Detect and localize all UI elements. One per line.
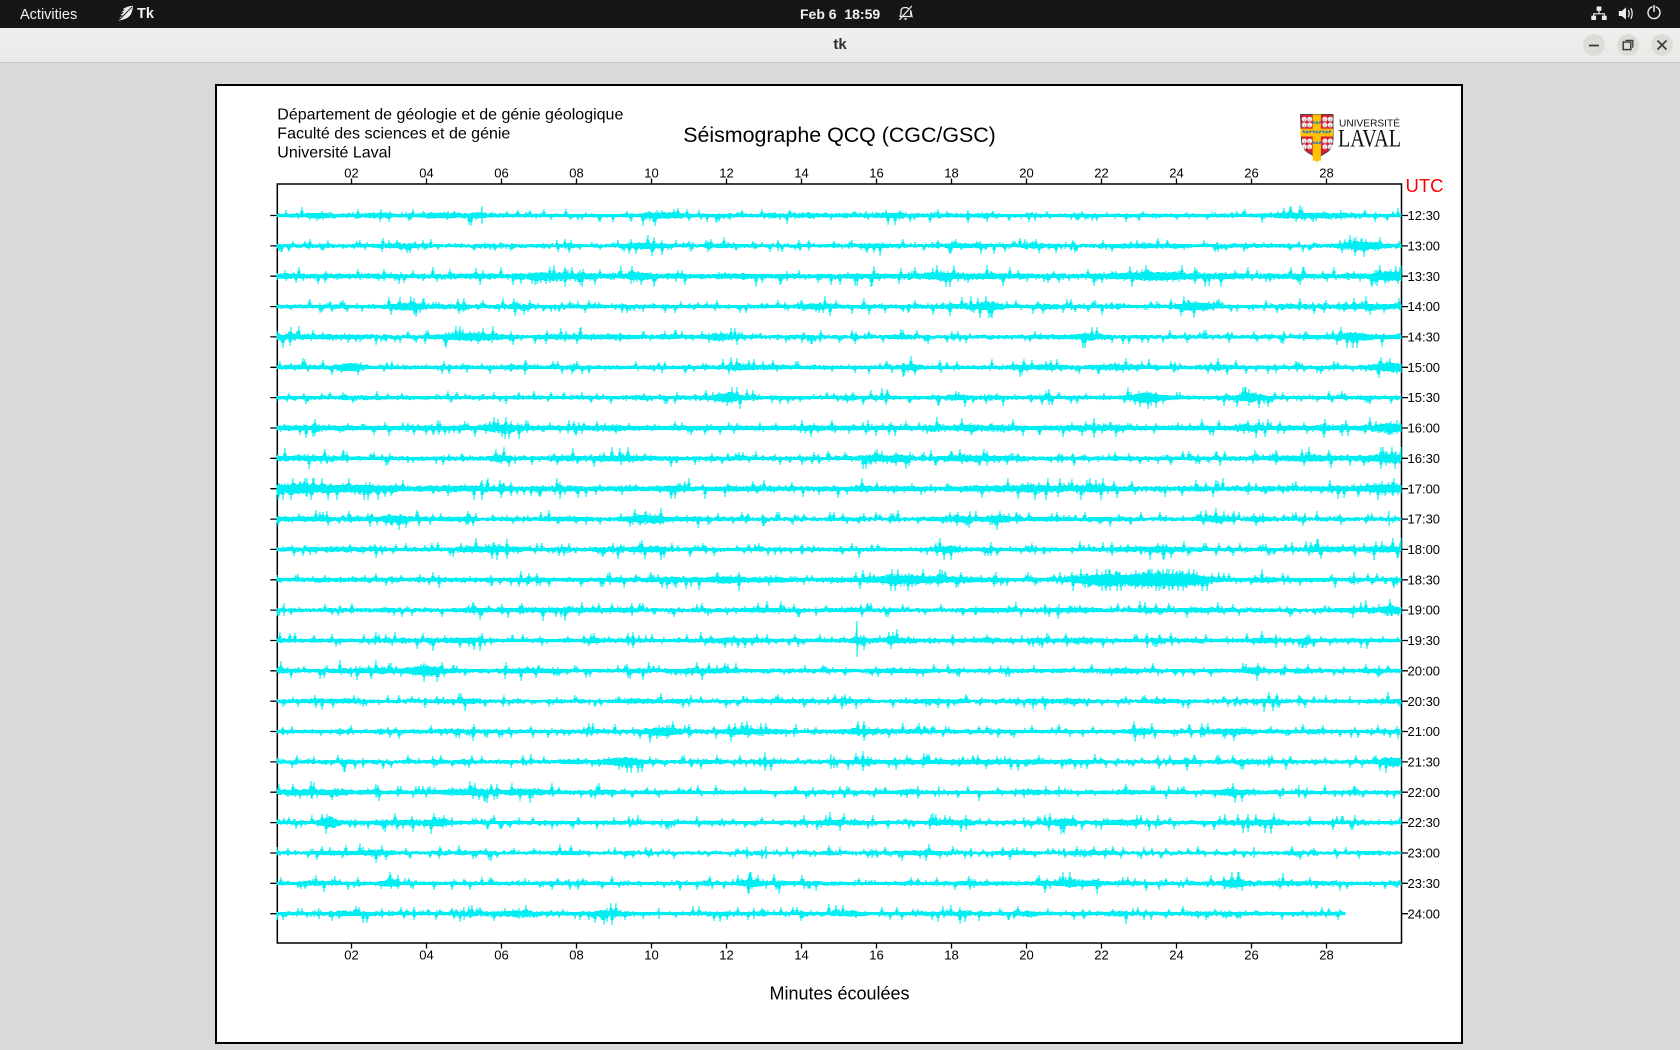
svg-text:04: 04 — [419, 166, 433, 181]
svg-text:20: 20 — [1019, 948, 1033, 963]
svg-text:14: 14 — [794, 166, 808, 181]
svg-text:02: 02 — [344, 948, 358, 963]
svg-text:22: 22 — [1094, 948, 1108, 963]
svg-text:12: 12 — [719, 166, 733, 181]
svg-text:13:00: 13:00 — [1408, 239, 1441, 254]
svg-text:22: 22 — [1094, 166, 1108, 181]
svg-text:06: 06 — [494, 166, 508, 181]
svg-text:20: 20 — [1019, 166, 1033, 181]
svg-text:13:30: 13:30 — [1408, 269, 1441, 284]
svg-text:12: 12 — [719, 948, 733, 963]
svg-text:17:00: 17:00 — [1408, 481, 1441, 496]
svg-text:18:00: 18:00 — [1408, 542, 1441, 557]
svg-text:08: 08 — [569, 166, 583, 181]
svg-text:21:30: 21:30 — [1408, 755, 1441, 770]
svg-text:24: 24 — [1169, 948, 1183, 963]
svg-text:Faculté des sciences et de gén: Faculté des sciences et de génie — [277, 126, 510, 143]
svg-text:28: 28 — [1319, 948, 1333, 963]
svg-text:20:00: 20:00 — [1408, 663, 1441, 678]
svg-text:19:00: 19:00 — [1408, 603, 1441, 618]
svg-text:18: 18 — [944, 948, 958, 963]
svg-text:18: 18 — [944, 166, 958, 181]
svg-text:23:30: 23:30 — [1408, 876, 1441, 891]
svg-text:26: 26 — [1244, 948, 1258, 963]
svg-text:20:30: 20:30 — [1408, 694, 1441, 709]
svg-text:10: 10 — [644, 166, 658, 181]
svg-text:17:30: 17:30 — [1408, 512, 1441, 527]
svg-text:12:30: 12:30 — [1408, 208, 1441, 223]
svg-text:14: 14 — [794, 948, 808, 963]
svg-text:22:00: 22:00 — [1408, 785, 1441, 800]
svg-text:19:30: 19:30 — [1408, 633, 1441, 648]
svg-text:23:00: 23:00 — [1408, 846, 1441, 861]
svg-text:10: 10 — [644, 948, 658, 963]
svg-text:Département de géologie et de: Département de géologie et de génie géol… — [277, 107, 623, 124]
svg-text:15:30: 15:30 — [1408, 390, 1441, 405]
svg-text:18:30: 18:30 — [1408, 572, 1441, 587]
svg-text:14:30: 14:30 — [1408, 330, 1441, 345]
svg-text:22:30: 22:30 — [1408, 815, 1441, 830]
svg-text:LAVAL: LAVAL — [1338, 126, 1401, 153]
svg-text:24:00: 24:00 — [1408, 906, 1441, 921]
svg-text:21:00: 21:00 — [1408, 724, 1441, 739]
svg-text:24: 24 — [1169, 166, 1183, 181]
svg-text:Séismographe QCQ (CGC/GSC): Séismographe QCQ (CGC/GSC) — [683, 123, 996, 147]
svg-text:08: 08 — [569, 948, 583, 963]
svg-text:02: 02 — [344, 166, 358, 181]
svg-text:Minutes écoulées: Minutes écoulées — [769, 984, 909, 1004]
svg-text:UTC: UTC — [1406, 175, 1444, 196]
svg-text:28: 28 — [1319, 166, 1333, 181]
svg-text:16: 16 — [869, 948, 883, 963]
svg-text:06: 06 — [494, 948, 508, 963]
svg-text:15:00: 15:00 — [1408, 360, 1441, 375]
svg-text:16:30: 16:30 — [1408, 451, 1441, 466]
svg-text:Université Laval: Université Laval — [277, 144, 391, 161]
svg-text:26: 26 — [1244, 166, 1258, 181]
svg-text:14:00: 14:00 — [1408, 299, 1441, 314]
svg-text:16: 16 — [869, 166, 883, 181]
svg-text:16:00: 16:00 — [1408, 421, 1441, 436]
svg-text:04: 04 — [419, 948, 433, 963]
